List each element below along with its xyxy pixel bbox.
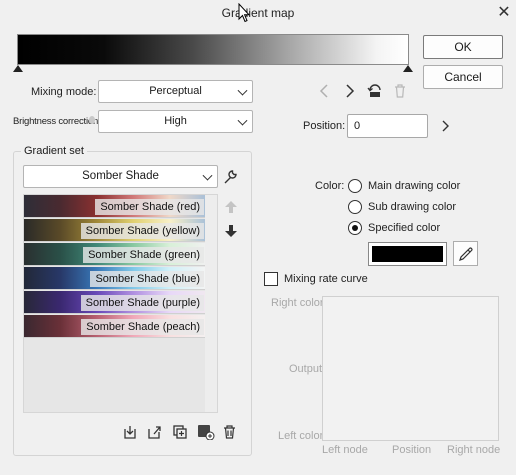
- gradient-list[interactable]: Somber Shade (red) Somber Shade (yellow) S…: [23, 194, 218, 413]
- gradient-list-item-label: Somber Shade (yellow): [80, 223, 204, 239]
- chevron-down-icon: [202, 170, 213, 181]
- mouse-cursor-icon: [238, 3, 250, 23]
- chevron-right-icon[interactable]: [344, 83, 356, 99]
- gradient-list-item-label: Somber Shade (blue): [90, 271, 204, 287]
- specified-color-label: Specified color: [368, 222, 441, 234]
- output-label: Output: [289, 363, 323, 375]
- chevron-left-icon[interactable]: [318, 83, 330, 99]
- brightness-correction-value: High: [164, 115, 187, 127]
- export-icon[interactable]: [146, 424, 162, 440]
- trash-icon[interactable]: [393, 83, 407, 99]
- left-node-marker[interactable]: [13, 65, 23, 72]
- specified-color-radio[interactable]: [348, 221, 362, 235]
- gradient-set-selected: Somber Shade: [82, 170, 159, 182]
- trash-icon[interactable]: [222, 424, 237, 440]
- mixing-mode-label: Mixing mode:: [31, 86, 97, 98]
- right-node-marker[interactable]: [403, 65, 413, 72]
- gradient-preview-bar[interactable]: [17, 34, 409, 65]
- chevron-down-icon: [237, 85, 248, 96]
- gradient-list-item-label: Somber Shade (purple): [80, 295, 204, 311]
- color-swatch-button[interactable]: [368, 242, 447, 266]
- left-color-label: Left color: [278, 430, 324, 442]
- ok-button[interactable]: OK: [423, 35, 503, 59]
- gradient-list-item-label: Somber Shade (red): [95, 199, 204, 215]
- left-node-label: Left node: [322, 444, 368, 456]
- position-label: Position:: [303, 120, 346, 132]
- gradient-list-item[interactable]: Somber Shade (red): [24, 195, 206, 218]
- brightness-correction-dropdown[interactable]: High: [98, 110, 253, 133]
- sub-drawing-color-label: Sub drawing color: [368, 201, 457, 213]
- chevron-down-icon: [237, 115, 248, 126]
- gradient-set-dropdown[interactable]: Somber Shade: [23, 165, 218, 188]
- right-node-label: Right node: [447, 444, 501, 456]
- right-color-label: Right color: [271, 297, 324, 309]
- arrow-down-icon[interactable]: [224, 224, 238, 238]
- gradient-list-item[interactable]: Somber Shade (yellow): [24, 219, 206, 242]
- mixing-rate-curve-checkbox[interactable]: [264, 272, 278, 286]
- gradient-set-title: Gradient set: [21, 145, 87, 157]
- mixing-rate-curve-label: Mixing rate curve: [284, 273, 368, 285]
- wrench-icon[interactable]: [222, 168, 239, 185]
- gradient-list-item-label: Somber Shade (green): [83, 247, 204, 263]
- mixing-mode-value: Perceptual: [149, 85, 202, 97]
- brightness-correction-label: Brightness correction: [13, 116, 99, 127]
- add-gradient-icon[interactable]: [197, 424, 215, 440]
- main-drawing-color-radio[interactable]: [348, 179, 362, 193]
- gradient-list-item[interactable]: Somber Shade (purple): [24, 291, 206, 314]
- position-input[interactable]: 0: [347, 114, 428, 138]
- gradient-list-item[interactable]: Somber Shade (green): [24, 243, 206, 266]
- chevron-right-icon[interactable]: [440, 119, 450, 133]
- close-icon[interactable]: ✕: [494, 3, 514, 23]
- eyedropper-button[interactable]: [453, 241, 478, 266]
- main-drawing-color-label: Main drawing color: [368, 180, 461, 192]
- eyedropper-icon: [459, 247, 473, 261]
- gradient-list-item[interactable]: Somber Shade (peach): [24, 315, 206, 338]
- arrow-up-icon[interactable]: [224, 200, 238, 214]
- import-icon[interactable]: [122, 424, 138, 440]
- link-node-icon[interactable]: [367, 83, 383, 99]
- window-title: Gradient map: [221, 6, 295, 20]
- sub-drawing-color-radio[interactable]: [348, 200, 362, 214]
- gradient-list-scrollbar[interactable]: [205, 195, 217, 412]
- color-swatch: [372, 246, 443, 262]
- info-icon: [89, 116, 95, 124]
- mixing-mode-dropdown[interactable]: Perceptual: [98, 80, 253, 103]
- color-label: Color:: [315, 180, 345, 192]
- mixing-rate-curve-graph[interactable]: [322, 296, 499, 441]
- gradient-list-item[interactable]: Somber Shade (blue): [24, 267, 206, 290]
- duplicate-icon[interactable]: [172, 424, 188, 440]
- cancel-button[interactable]: Cancel: [423, 65, 503, 89]
- gradient-list-item-label: Somber Shade (peach): [81, 319, 204, 335]
- position-axis-label: Position: [392, 444, 432, 456]
